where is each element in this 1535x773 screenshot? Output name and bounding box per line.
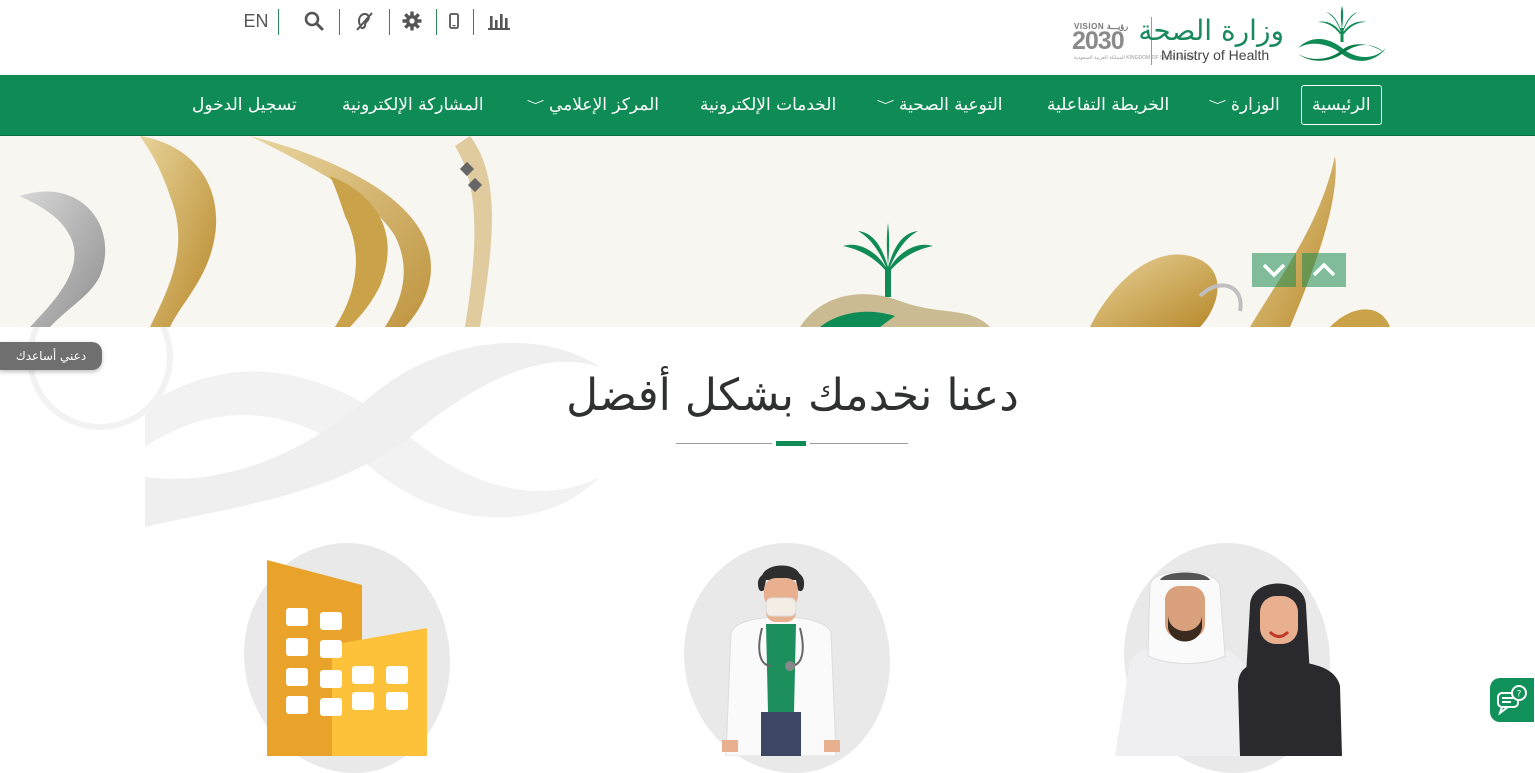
- vision-2030-logo[interactable]: VISION رؤيـــة 2030 المملكة العربية السع…: [1072, 18, 1195, 66]
- search-button[interactable]: [298, 8, 330, 34]
- nav-item-label: الرئيسية: [1312, 95, 1371, 115]
- divider: [473, 9, 474, 35]
- chat-support-button[interactable]: ?: [1490, 678, 1534, 722]
- nav-item-e-services[interactable]: الخدمات الإلكترونية: [700, 75, 836, 135]
- hero-banner[interactable]: [0, 136, 1535, 327]
- ministry-name-arabic[interactable]: وزارة الصحة: [1138, 14, 1284, 47]
- nav-item-interactive-map[interactable]: الخريطة التفاعلية: [1047, 75, 1169, 135]
- chevron-down-icon: ﹀: [876, 98, 895, 112]
- divider: [339, 9, 340, 35]
- slide-up-button[interactable]: [1302, 253, 1346, 287]
- nav-item-label: المشاركة الإلكترونية: [342, 95, 484, 115]
- nav-item-health-awareness[interactable]: التوعية الصحية ﹀: [876, 75, 1003, 135]
- chevron-down-icon: ﹀: [526, 98, 545, 112]
- svg-text:?: ?: [1517, 690, 1522, 700]
- chevron-up-icon: [1312, 262, 1336, 277]
- help-tab-label: دعني أساعدك: [15, 349, 87, 363]
- ministry-emblem-icon[interactable]: [1296, 4, 1388, 66]
- language-toggle[interactable]: EN: [238, 8, 274, 34]
- hearing-accessibility-button[interactable]: [348, 8, 380, 34]
- stats-chart-icon: [488, 14, 510, 30]
- title-accent: [776, 441, 806, 446]
- gear-icon: [402, 11, 422, 31]
- chat-bubble-icon: ?: [1497, 685, 1527, 715]
- vision-year: 2030: [1072, 27, 1125, 55]
- hero-artwork: [20, 136, 1390, 327]
- nav-item-label: التوعية الصحية: [899, 95, 1003, 115]
- divider: [278, 9, 279, 35]
- statistics-button[interactable]: [484, 8, 514, 34]
- top-bar: EN VISION رؤيـــة 2030 المملكة العربية ا…: [0, 0, 1535, 75]
- settings-button[interactable]: [398, 8, 426, 34]
- title-rule-right: [810, 443, 908, 444]
- nav-item-label: الخدمات الإلكترونية: [700, 95, 837, 115]
- nav-item-label: المركز الإعلامي: [549, 95, 659, 115]
- language-toggle-label: EN: [243, 10, 269, 31]
- hearing-accessibility-icon: [356, 12, 373, 31]
- section-title: دعنا نخدمك بشكل أفضل: [566, 370, 1019, 421]
- ministry-name-english[interactable]: Ministry of Health: [1161, 47, 1269, 63]
- main-navigation: الرئيسية الوزارة ﹀ الخريطة التفاعلية التو…: [0, 75, 1535, 136]
- nav-item-e-participation[interactable]: المشاركة الإلكترونية: [342, 75, 484, 135]
- nav-item-media-center[interactable]: المركز الإعلامي ﹀: [526, 75, 659, 135]
- mobile-app-button[interactable]: [444, 8, 464, 34]
- nav-item-label: تسجيل الدخول: [192, 95, 297, 115]
- search-icon: [304, 11, 324, 31]
- title-rule-left: [676, 443, 772, 444]
- divider: [436, 9, 437, 35]
- slide-down-button[interactable]: [1252, 253, 1296, 287]
- nav-item-login[interactable]: تسجيل الدخول: [192, 75, 297, 135]
- buildings-illustration-icon: [267, 560, 427, 756]
- nav-item-label: الوزارة: [1231, 95, 1280, 115]
- help-tab-button[interactable]: دعني أساعدك: [0, 342, 102, 370]
- nav-item-label: الخريطة التفاعلية: [1047, 95, 1170, 115]
- divider: [389, 9, 390, 35]
- nav-item-home[interactable]: الرئيسية: [1301, 85, 1382, 125]
- citizens-illustration-icon: [1115, 570, 1342, 756]
- mobile-icon: [449, 13, 459, 29]
- doctor-illustration-icon: [722, 565, 840, 756]
- chevron-down-icon: ﹀: [1208, 98, 1227, 112]
- chevron-down-icon: [1262, 263, 1286, 278]
- nav-item-ministry[interactable]: الوزارة ﹀: [1208, 75, 1280, 135]
